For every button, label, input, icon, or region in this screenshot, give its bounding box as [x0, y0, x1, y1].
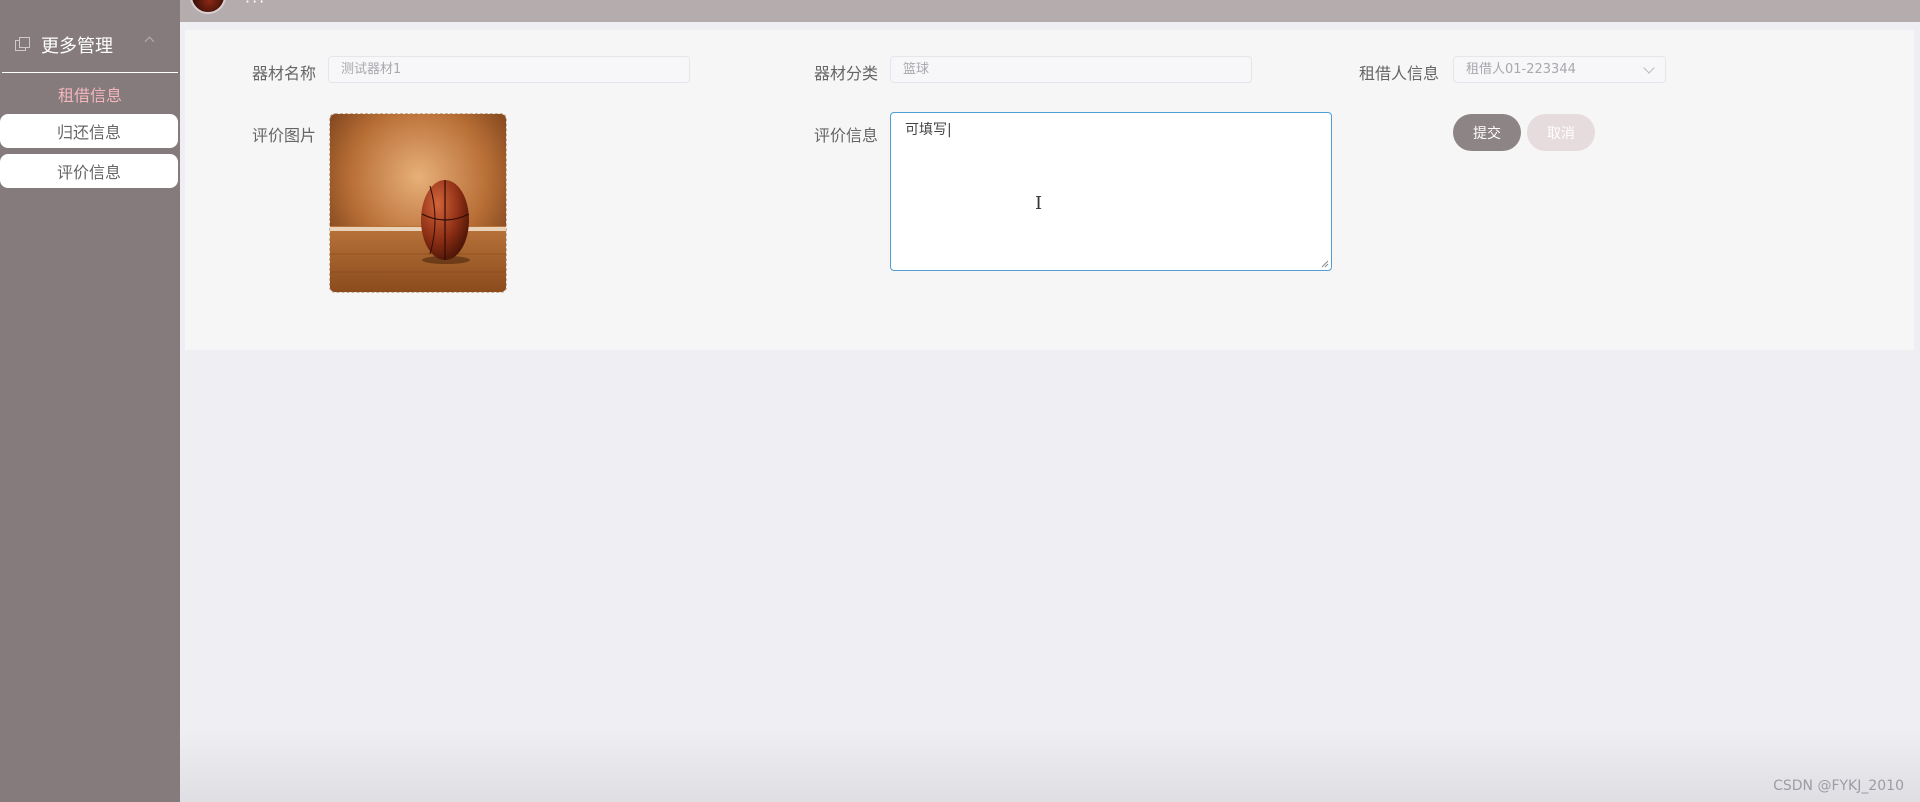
renter-info-label: 租借人信息 — [1359, 64, 1440, 83]
watermark: CSDN @FYKJ_2010 — [1773, 778, 1904, 794]
renter-info-selected-value: 租借人01-223344 — [1466, 62, 1576, 77]
resize-grip-icon[interactable] — [1321, 260, 1329, 268]
review-info-text: 可填写| — [905, 122, 952, 138]
renter-info-select[interactable]: 租借人01-223344 — [1453, 56, 1666, 83]
copy-icon — [15, 37, 30, 51]
sidebar: 更多管理 租借信息 归还信息 评价信息 — [0, 0, 180, 802]
review-info-label: 评价信息 — [814, 126, 879, 145]
equipment-name-label: 器材名称 — [252, 64, 317, 83]
sidebar-item-review-info[interactable]: 评价信息 — [0, 154, 178, 188]
text-cursor-icon: I — [1035, 193, 1043, 214]
cancel-button[interactable]: 取消 — [1527, 114, 1595, 151]
equipment-category-label: 器材分类 — [814, 64, 879, 83]
chevron-up-icon — [144, 36, 155, 47]
sidebar-group-more-management[interactable]: 更多管理 — [0, 28, 180, 72]
review-image-upload[interactable] — [329, 113, 507, 293]
sidebar-divider — [2, 72, 178, 73]
submit-button[interactable]: 提交 — [1453, 114, 1521, 151]
sidebar-group-label: 更多管理 — [41, 36, 113, 57]
review-image-label: 评价图片 — [252, 126, 317, 145]
equipment-category-input[interactable]: 篮球 — [890, 56, 1252, 83]
sidebar-item-return-info[interactable]: 归还信息 — [0, 114, 178, 148]
review-info-textarea[interactable]: 可填写| — [890, 112, 1332, 271]
basketball-image — [330, 114, 506, 292]
top-header-bar — [180, 0, 1920, 22]
site-title: ··· — [245, 0, 267, 11]
sidebar-item-rental-info[interactable]: 租借信息 — [0, 82, 180, 110]
equipment-name-input[interactable]: 测试器材1 — [328, 56, 690, 83]
chevron-down-icon — [1643, 62, 1655, 74]
bottom-area — [180, 730, 1920, 802]
